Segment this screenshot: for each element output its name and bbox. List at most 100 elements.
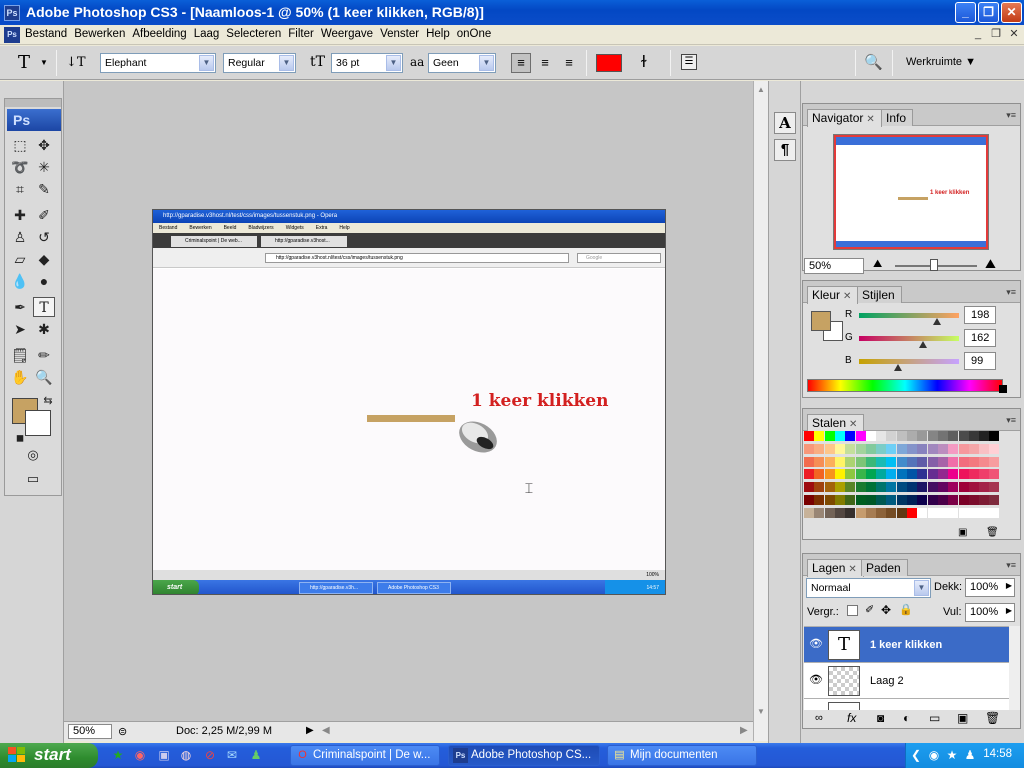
color-swatch[interactable] [927,469,938,480]
paragraph-panel-icon[interactable]: ¶ [774,139,796,161]
color-swatch[interactable] [804,456,814,467]
panel-menu-icon[interactable]: ▾≡ [1006,415,1016,426]
color-swatch[interactable] [968,507,979,518]
color-swatch[interactable] [876,456,887,467]
color-swatch[interactable] [824,431,835,441]
workspace-menu[interactable]: Werkruimte ▼ [906,56,976,68]
new-swatch-icon[interactable]: ▣ [958,527,967,538]
color-swatch[interactable] [968,469,979,480]
color-swatch[interactable] [814,431,825,441]
navigator-thumbnail[interactable]: 1 keer klikken [833,134,989,250]
swap-colors-icon[interactable]: ⇆ [37,391,59,411]
taskbar-button-photoshop[interactable]: Ps Adobe Photoshop CS... [448,745,600,766]
color-swatch[interactable] [917,469,928,480]
color-swatch[interactable] [824,456,835,467]
tray-app-icon[interactable]: ★ [944,747,960,763]
color-swatch[interactable] [824,443,835,454]
color-swatch[interactable] [958,456,969,467]
color-swatch[interactable] [896,482,907,493]
screen-mode-icon[interactable]: ▭ [22,469,44,489]
menu-laag[interactable]: Laag [193,28,226,40]
foreground-color-chip[interactable] [811,311,831,331]
fill-field[interactable]: 100% ▶ [965,603,1015,622]
color-swatch[interactable] [876,507,887,518]
custom-shape-tool-icon[interactable]: ✱ [33,319,55,339]
lock-all-icon[interactable]: 🔒 [899,603,913,616]
color-swatch[interactable] [927,431,938,441]
color-swatch[interactable] [824,495,835,505]
lock-position-icon[interactable]: ✥ [881,603,891,617]
layer-mask-icon[interactable]: ◙ [877,711,884,725]
color-swatch[interactable] [958,431,969,441]
close-button[interactable]: ✕ [1001,2,1022,23]
font-family-select[interactable]: Elephant ▼ [100,53,216,73]
color-swatch[interactable] [948,443,959,454]
color-swatch[interactable] [958,495,969,505]
color-swatch[interactable] [896,495,907,505]
lasso-tool-icon[interactable]: ➰ [9,157,31,177]
color-swatch[interactable] [979,443,990,454]
color-swatch[interactable] [814,495,825,505]
color-swatch[interactable] [886,443,897,454]
color-swatch[interactable] [948,495,959,505]
zoom-tool-icon[interactable]: 🔍 [33,367,55,387]
zoom-slider-handle[interactable] [930,259,938,271]
color-swatch[interactable] [958,469,969,480]
color-swatch[interactable] [855,482,866,493]
new-group-icon[interactable]: ▭ [929,711,940,725]
color-swatch[interactable] [907,431,917,441]
clone-stamp-tool-icon[interactable]: ♙ [9,227,31,247]
scroll-up-icon[interactable]: ▲ [757,85,765,94]
red-slider[interactable] [859,313,959,318]
tab-swatches[interactable]: Stalen ✕ [807,414,865,432]
quick-mask-icon[interactable]: ◎ [22,445,44,465]
color-swatch[interactable] [907,456,917,467]
color-swatch[interactable] [958,482,969,493]
color-swatch[interactable] [937,431,948,441]
align-left-button[interactable]: ≡ [511,53,531,73]
history-brush-tool-icon[interactable]: ↺ [33,227,55,247]
color-swatch[interactable] [989,495,1000,505]
dodge-tool-icon[interactable]: ● [33,271,55,291]
color-swatch[interactable] [937,443,948,454]
color-swatch[interactable] [876,482,887,493]
color-swatch[interactable] [917,507,928,518]
color-swatch[interactable] [814,507,825,518]
color-swatch[interactable] [804,507,814,518]
color-swatch[interactable] [804,469,814,480]
panel-menu-icon[interactable]: ▾≡ [1006,110,1016,121]
vertical-scrollbar[interactable]: ▲ ▼ [753,81,768,741]
color-swatch[interactable] [937,469,948,480]
move-tool-icon[interactable]: ✥ [33,135,55,155]
color-swatch[interactable] [948,469,959,480]
color-swatch[interactable] [865,469,876,480]
color-swatch[interactable] [845,443,856,454]
scroll-right-icon[interactable]: ▶ [740,725,748,736]
ps-logo[interactable]: Ps [7,109,61,131]
color-swatch[interactable] [834,469,845,480]
font-style-select[interactable]: Regular ▼ [223,53,296,73]
color-swatch[interactable] [855,443,866,454]
lock-pixels-icon[interactable]: ✐ [865,603,874,616]
color-swatch[interactable] [989,482,1000,493]
color-swatch[interactable] [917,443,928,454]
panel-menu-icon[interactable]: ▾≡ [1006,560,1016,571]
quicklaunch-icon[interactable]: ✉ [224,747,240,763]
quicklaunch-icon[interactable]: ♟ [248,747,264,763]
minimize-button[interactable]: _ [955,2,976,23]
color-swatch[interactable] [865,431,876,441]
lock-transparency-icon[interactable] [847,605,858,616]
color-swatch[interactable] [845,431,856,441]
eye-icon[interactable]: 👁 [808,673,824,689]
background-color-swatch[interactable] [25,410,51,436]
color-swatch[interactable] [876,469,887,480]
pen-tool-icon[interactable]: ✒ [9,297,31,317]
color-swatch[interactable] [968,482,979,493]
color-swatch[interactable] [979,456,990,467]
status-arrow-icon[interactable]: ▶ [306,725,314,736]
taskbar-button-opera[interactable]: O Criminalspoint | De w... [290,745,440,766]
tab-info[interactable]: Info [881,109,914,126]
color-swatch[interactable] [876,431,887,441]
quicklaunch-icon[interactable]: ▣ [156,747,172,763]
zoom-field[interactable]: 50% [68,724,112,739]
